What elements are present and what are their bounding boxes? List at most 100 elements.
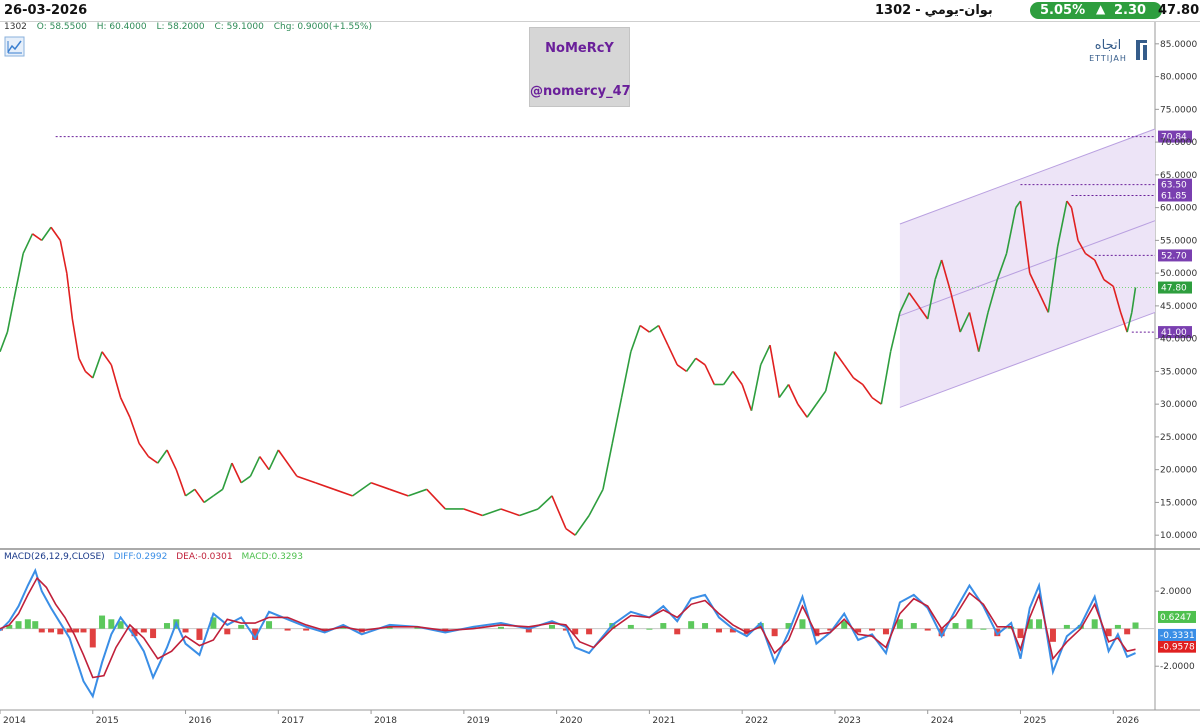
price-segment [834, 351, 845, 366]
price-segment [138, 442, 150, 458]
price-segment [157, 449, 168, 464]
price-segment [66, 273, 74, 320]
macd-histogram-bar [89, 628, 96, 648]
price-segment [32, 233, 43, 242]
price-segment [759, 344, 771, 366]
price-segment [482, 508, 502, 517]
level-label: 63.50 [1161, 181, 1187, 191]
year-label: 2021 [652, 716, 675, 726]
macd-diff-label: DIFF:0.2992 [113, 552, 168, 562]
watermark-handle: @nomercy_47 [530, 84, 631, 99]
macd-histogram-bar [660, 623, 667, 629]
price-tick-label: 70.0000 [1160, 138, 1197, 148]
price-segment [639, 324, 650, 333]
price-segment [389, 488, 409, 497]
price-segment [194, 488, 205, 503]
price-segment [667, 344, 678, 366]
price-segment [175, 469, 187, 497]
price-segment [657, 325, 669, 346]
price-segment [71, 318, 80, 359]
price-segment [59, 240, 68, 274]
price-segment [824, 351, 836, 392]
logo-latin: ETTIJAH [1089, 54, 1127, 63]
price-segment [750, 364, 762, 411]
macd-title: MACD(26,12,9,CLOSE) [4, 552, 105, 562]
price-segment [407, 488, 428, 497]
macd-histogram-bar [266, 621, 273, 629]
price-segment [551, 495, 567, 529]
price-segment [704, 364, 716, 385]
macd-histogram-bar [702, 623, 709, 629]
price-segment [296, 475, 316, 484]
year-label: 2014 [3, 716, 26, 726]
price-segment [880, 351, 892, 405]
price-tick-label: 15.0000 [1160, 498, 1197, 508]
level-label: 52.70 [1161, 251, 1187, 261]
price-segment [778, 384, 790, 399]
macd-histogram-bar [38, 628, 45, 633]
price-segment [787, 384, 799, 405]
macd-histogram-bar [952, 623, 959, 629]
price-tick-label: 10.0000 [1160, 531, 1197, 541]
price-chart[interactable]: 70.8463.5061.8552.7047.8041.00 0.6247-0.… [0, 0, 1200, 727]
macd-histogram-bar [980, 628, 987, 630]
price-segment [129, 416, 140, 444]
macd-histogram-bar [674, 628, 681, 635]
price-segment [843, 364, 855, 379]
macd-histogram-bar [284, 628, 291, 631]
macd-tick-label: -2.0000 [1160, 662, 1195, 672]
macd-histogram-bar [163, 623, 170, 629]
year-label: 2016 [189, 716, 212, 726]
macd-histogram-bar [586, 628, 593, 635]
macd-histogram-bar [869, 628, 876, 631]
year-label: 2020 [560, 716, 583, 726]
macd-histogram-bar [688, 621, 695, 629]
ettijah-logo: اتجاه ETTIJAH [1089, 38, 1147, 63]
price-segment [84, 370, 94, 379]
diff-line [0, 567, 1136, 699]
year-label: 2022 [745, 716, 768, 726]
macd-histogram-bar [99, 615, 106, 629]
price-segment [797, 403, 808, 418]
price-segment [889, 312, 901, 352]
macd-histogram-bar [910, 623, 917, 629]
price-segment [862, 384, 873, 399]
macd-histogram-bar [924, 628, 931, 631]
price-segment [500, 508, 520, 517]
price-segment [815, 390, 827, 405]
macd-hist-label: MACD:0.3293 [241, 552, 303, 562]
price-segment [685, 357, 697, 372]
price-segment [101, 351, 112, 366]
year-label: 2019 [467, 716, 490, 726]
price-segment [602, 443, 614, 490]
macd-histogram-bar [1049, 628, 1056, 642]
price-segment [249, 456, 261, 477]
macd-histogram-bar [1017, 628, 1024, 639]
logo-arabic: اتجاه [1095, 38, 1121, 53]
macd-histogram-bar [57, 628, 64, 635]
price-tick-label: 50.0000 [1160, 269, 1197, 279]
level-label: 47.80 [1161, 284, 1187, 294]
macd-histogram-bar [32, 621, 39, 629]
macd-histogram-bar [108, 619, 115, 629]
price-segment [769, 345, 781, 398]
price-segment [78, 357, 87, 372]
price-tick-label: 20.0000 [1160, 466, 1197, 476]
price-segment [620, 351, 632, 398]
macd-histogram-bar [73, 628, 80, 633]
price-segment [240, 475, 251, 484]
macd-histogram-bar [24, 619, 31, 629]
watermark-name: NoMeRcY [545, 41, 614, 56]
price-segment [352, 482, 372, 497]
macd-histogram-bar [303, 628, 310, 631]
macd-dea-label: DEA:-0.0301 [176, 552, 233, 562]
price-segment [574, 515, 590, 536]
macd-histogram-bar [771, 628, 778, 637]
macd-histogram-bar [1036, 619, 1043, 629]
price-tick-label: 85.0000 [1160, 40, 1197, 50]
price-segment [50, 226, 61, 241]
chart-settings-icon[interactable] [4, 36, 25, 57]
macd-histogram-bar [497, 626, 504, 629]
price-segment [630, 325, 641, 353]
price-segment [611, 397, 623, 444]
